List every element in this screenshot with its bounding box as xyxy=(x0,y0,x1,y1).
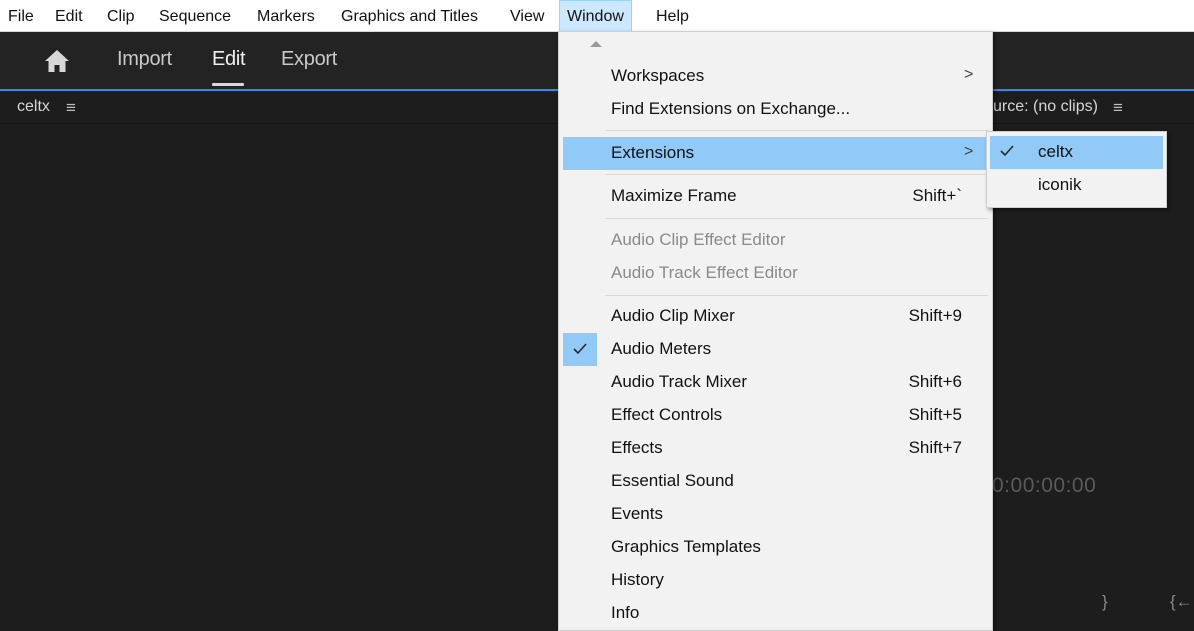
menu-item-workspaces[interactable]: Workspaces > xyxy=(559,60,992,93)
menu-item-info[interactable]: Info xyxy=(559,597,992,630)
shortcut-label: Shift+` xyxy=(912,186,962,205)
panel-title-source[interactable]: urce: (no clips) xyxy=(993,98,1098,116)
menu-item-maximize-frame[interactable]: Maximize Frame Shift+` xyxy=(559,180,992,213)
active-tab-indicator xyxy=(212,83,244,86)
scroll-up-arrow-icon[interactable] xyxy=(590,41,602,47)
menu-item-audio-track-effect-editor: Audio Track Effect Editor xyxy=(611,263,798,282)
menu-sequence[interactable]: Sequence xyxy=(159,0,231,32)
tab-export[interactable]: Export xyxy=(281,48,337,71)
checkmark-icon xyxy=(1000,145,1014,157)
tab-import[interactable]: Import xyxy=(117,48,172,71)
shortcut-label: Shift+6 xyxy=(908,372,962,391)
menu-markers[interactable]: Markers xyxy=(257,0,315,32)
menu-edit[interactable]: Edit xyxy=(55,0,83,32)
submenu-item-iconik[interactable]: iconik xyxy=(990,169,1163,202)
menu-item-essential-sound[interactable]: Essential Sound xyxy=(559,465,992,498)
extensions-submenu: celtx iconik xyxy=(986,131,1167,208)
panel-title-celtx[interactable]: celtx xyxy=(17,98,50,116)
menu-item-events[interactable]: Events xyxy=(559,498,992,531)
chevron-right-icon: > xyxy=(964,143,974,160)
menu-item-graphics-templates[interactable]: Graphics Templates xyxy=(559,531,992,564)
window-menu: Workspaces > Find Extensions on Exchange… xyxy=(558,31,993,631)
menu-file[interactable]: File xyxy=(8,0,34,32)
shortcut-label: Shift+9 xyxy=(908,306,962,325)
menu-window[interactable]: Window xyxy=(559,0,632,32)
chevron-right-icon: > xyxy=(964,66,974,83)
menu-item-history[interactable]: History xyxy=(559,564,992,597)
menu-item-audio-clip-mixer[interactable]: Audio Clip Mixer Shift+9 xyxy=(559,300,992,333)
menu-clip[interactable]: Clip xyxy=(107,0,135,32)
menu-item-effects[interactable]: Effects Shift+7 xyxy=(559,432,992,465)
home-icon[interactable] xyxy=(44,49,70,73)
menu-item-extensions[interactable]: Extensions > xyxy=(563,137,989,170)
menu-item-effect-controls[interactable]: Effect Controls Shift+5 xyxy=(559,399,992,432)
source-panel-menu-icon[interactable]: ≡ xyxy=(1113,98,1123,118)
source-timecode[interactable]: 0:00:00:00 xyxy=(992,474,1096,498)
menu-separator xyxy=(605,130,988,131)
mark-out-icon[interactable]: } xyxy=(1102,592,1108,612)
menu-item-find-extensions[interactable]: Find Extensions on Exchange... xyxy=(559,93,992,126)
tab-edit[interactable]: Edit xyxy=(212,48,246,71)
shortcut-label: Shift+7 xyxy=(908,438,962,457)
menu-bar: File Edit Clip Sequence Markers Graphics… xyxy=(0,0,1194,32)
menu-item-audio-track-mixer[interactable]: Audio Track Mixer Shift+6 xyxy=(559,366,992,399)
go-to-in-icon[interactable]: {← xyxy=(1170,592,1193,612)
shortcut-label: Shift+5 xyxy=(908,405,962,424)
panel-menu-icon[interactable]: ≡ xyxy=(66,98,76,118)
menu-view[interactable]: View xyxy=(510,0,544,32)
submenu-item-celtx[interactable]: celtx xyxy=(990,136,1163,169)
menu-item-audio-meters[interactable]: Audio Meters xyxy=(559,333,992,366)
menu-separator xyxy=(605,218,988,219)
left-panel-header xyxy=(0,91,558,124)
menu-separator xyxy=(605,174,988,175)
menu-help[interactable]: Help xyxy=(656,0,689,32)
menu-graphics-and-titles[interactable]: Graphics and Titles xyxy=(341,0,478,32)
menu-item-audio-clip-effect-editor: Audio Clip Effect Editor xyxy=(611,230,786,249)
checkmark-icon xyxy=(563,333,597,366)
menu-separator xyxy=(605,295,988,296)
